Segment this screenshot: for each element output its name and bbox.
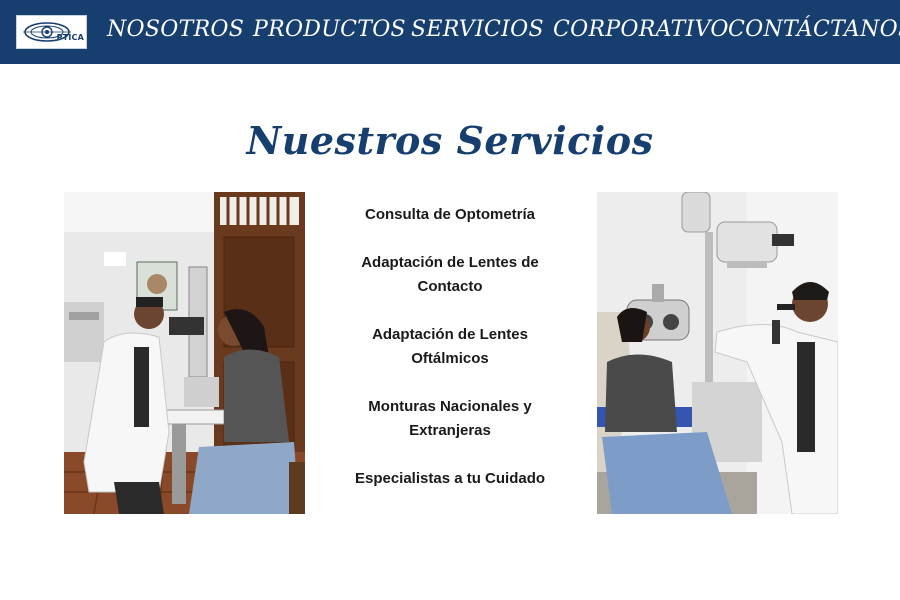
service-item: Especialistas a tu Cuidado [354, 470, 546, 487]
eye-logo-icon [23, 22, 71, 42]
nav-item-corporativo[interactable]: CORPORATIVO [553, 17, 729, 42]
left-photo-slit-lamp-exam [64, 192, 305, 514]
nav-item-contactanos[interactable]: CONTÁCTANOS [728, 17, 900, 42]
section-title: Nuestros Servicios [246, 118, 654, 163]
logo-text: PTICA [56, 33, 84, 42]
services-list: Consulta de Optometría Adaptación de Len… [340, 203, 560, 491]
service-item: Consulta de Optometría [364, 206, 536, 223]
optica-logo[interactable]: PTICA [16, 15, 87, 49]
top-navbar: PTICA NOSOTROS PRODUCTOS SERVICIOS CORPO… [0, 0, 900, 64]
service-item: Adaptación de Lentes Oftálmicos [372, 326, 528, 367]
service-item: Adaptación de Lentes de Contacto [361, 254, 539, 295]
nav-item-servicios[interactable]: SERVICIOS [411, 17, 544, 42]
nav-item-nosotros[interactable]: NOSOTROS [107, 17, 244, 42]
right-photo-phoropter-exam [597, 192, 838, 514]
service-item: Monturas Nacionales y Extranjeras [368, 398, 532, 439]
nav-item-productos[interactable]: PRODUCTOS [253, 17, 406, 42]
